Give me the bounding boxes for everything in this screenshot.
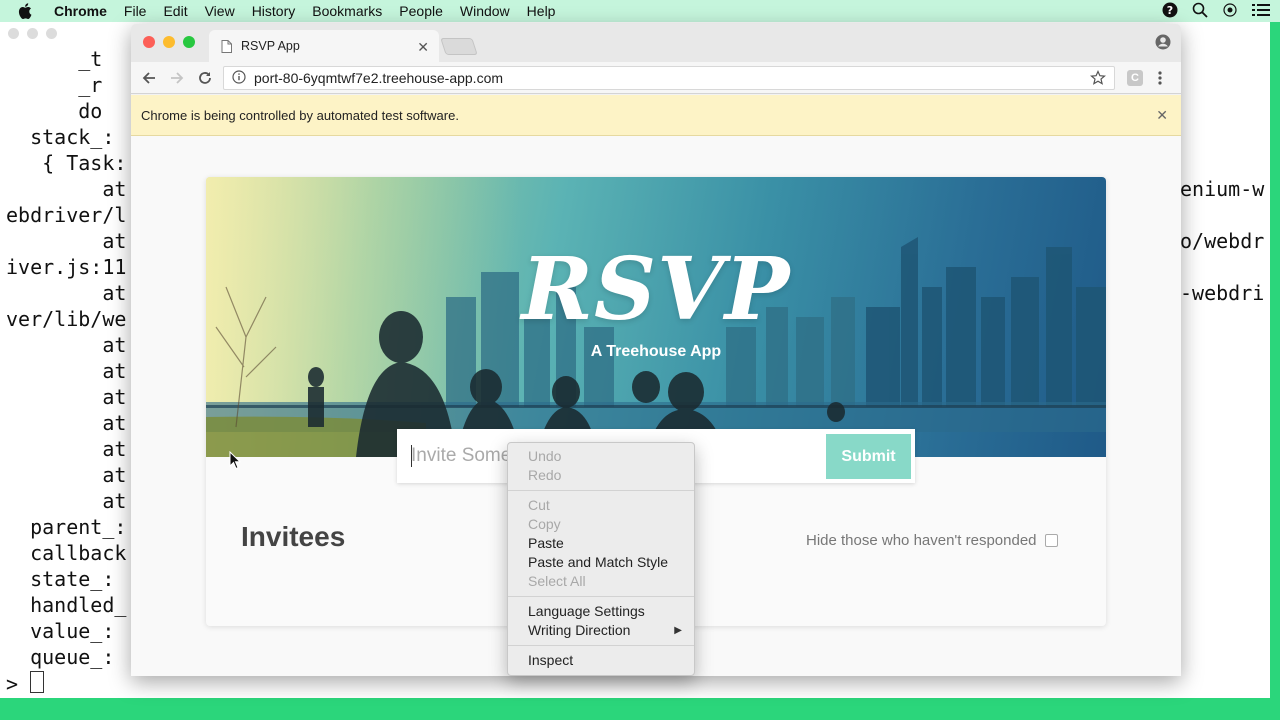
minimize-window-button[interactable] <box>163 36 175 48</box>
terminal-line: iver.js:11 <box>6 255 127 279</box>
terminal-line: stack_: <box>6 125 115 149</box>
terminal-line: at <box>6 463 127 487</box>
menu-view[interactable]: View <box>205 3 235 19</box>
terminal-cursor <box>30 671 44 693</box>
hide-nonresponders-label: Hide those who haven't responded <box>806 532 1037 549</box>
window-controls <box>143 36 195 48</box>
terminal-line: at <box>6 229 127 253</box>
terminal-right-line: o/webdr <box>1180 229 1265 253</box>
submit-button[interactable]: Submit <box>826 434 911 479</box>
tab-rsvp-app[interactable]: RSVP App ✕ <box>209 30 439 62</box>
terminal-line: do <box>6 99 103 123</box>
hero-banner: RSVP A Treehouse App <box>206 177 1106 457</box>
profile-icon[interactable] <box>1155 34 1171 55</box>
tab-strip: RSVP App ✕ <box>131 24 1181 62</box>
new-tab-button[interactable] <box>440 38 478 55</box>
terminal-line: value_: <box>6 619 115 643</box>
apple-icon[interactable] <box>18 3 40 19</box>
menu-app-name[interactable]: Chrome <box>54 3 107 19</box>
terminal-traffic-lights <box>8 28 57 39</box>
terminal-right-line: -webdri <box>1180 281 1265 305</box>
terminal-line: state_: <box>6 567 115 591</box>
terminal-line: at <box>6 177 127 201</box>
terminal-line: at <box>6 359 127 383</box>
context-menu-language-settings[interactable]: Language Settings <box>508 602 694 621</box>
page-icon <box>221 39 232 53</box>
app-logo: RSVP <box>521 239 791 340</box>
star-icon[interactable] <box>1090 70 1106 89</box>
info-icon[interactable] <box>232 69 246 87</box>
url-text: port-80-6yqmtwf7e2.treehouse-app.com <box>254 70 504 86</box>
context-menu-separator <box>508 490 694 491</box>
invitees-heading: Invitees <box>241 521 346 552</box>
terminal-line: at <box>6 437 127 461</box>
forward-arrow-icon[interactable] <box>169 70 185 91</box>
mac-menu-bar: Chrome File Edit View History Bookmarks … <box>0 0 1280 22</box>
terminal-line: > <box>6 672 19 696</box>
menu-file[interactable]: File <box>124 3 147 19</box>
automation-infobar: Chrome is being controlled by automated … <box>131 95 1181 136</box>
mouse-pointer-icon <box>229 450 242 475</box>
terminal-line: ver/lib/we <box>6 307 127 331</box>
context-menu-writing-direction[interactable]: Writing Direction ▶ <box>508 621 694 640</box>
terminal-line: parent_: <box>6 515 127 539</box>
menu-history[interactable]: History <box>252 3 296 19</box>
context-menu-paste-match-style[interactable]: Paste and Match Style <box>508 553 694 572</box>
terminal-line: at <box>6 385 127 409</box>
close-window-button[interactable] <box>143 36 155 48</box>
menu-window[interactable]: Window <box>460 3 510 19</box>
app-subtitle: A Treehouse App <box>590 343 722 360</box>
tab-title: RSVP App <box>241 39 300 53</box>
close-icon[interactable]: ✕ <box>1156 107 1168 124</box>
context-menu-separator <box>508 645 694 646</box>
list-icon[interactable] <box>1252 3 1270 17</box>
context-menu-select-all: Select All <box>528 573 586 589</box>
terminal-line: at <box>6 411 127 435</box>
menu-bookmarks[interactable]: Bookmarks <box>312 3 382 19</box>
terminal-line: handled_ <box>6 593 127 617</box>
extension-icon[interactable]: C <box>1127 70 1143 86</box>
context-menu-cut: Cut <box>528 497 550 513</box>
context-menu-undo: Undo <box>528 448 562 464</box>
address-bar[interactable]: port-80-6yqmtwf7e2.treehouse-app.com <box>223 66 1115 90</box>
context-menu-copy: Copy <box>528 516 561 532</box>
writing-direction-label: Writing Direction <box>528 622 631 638</box>
menu-edit[interactable]: Edit <box>163 3 187 19</box>
terminal-line: _r <box>6 73 103 97</box>
help-icon[interactable]: ? <box>1162 2 1178 18</box>
context-menu: Undo Redo Cut Copy Paste Paste and Match… <box>507 442 695 676</box>
terminal-right-line: enium-w <box>1180 177 1265 201</box>
terminal-line: callback <box>6 541 127 565</box>
context-menu-inspect[interactable]: Inspect <box>508 651 694 670</box>
back-arrow-icon[interactable] <box>141 70 157 91</box>
terminal-line: at <box>6 489 127 513</box>
kebab-icon[interactable] <box>1157 70 1163 91</box>
maximize-window-button[interactable] <box>183 36 195 48</box>
context-menu-paste[interactable]: Paste <box>508 534 694 553</box>
terminal-line: _t <box>6 47 103 71</box>
menu-help[interactable]: Help <box>527 3 556 19</box>
terminal-line: ebdriver/l <box>6 203 127 227</box>
reload-icon[interactable] <box>197 70 213 91</box>
submenu-arrow-icon: ▶ <box>674 625 682 636</box>
siri-icon[interactable] <box>1222 2 1238 18</box>
search-icon[interactable] <box>1192 2 1208 18</box>
terminal-line: queue_: <box>6 645 115 669</box>
terminal-line: at <box>6 333 127 357</box>
browser-toolbar: port-80-6yqmtwf7e2.treehouse-app.com C <box>131 62 1181 94</box>
hide-nonresponders-toggle[interactable]: Hide those who haven't responded <box>806 532 1058 549</box>
hide-nonresponders-checkbox[interactable] <box>1044 534 1058 547</box>
close-icon[interactable]: ✕ <box>417 39 429 56</box>
menu-people[interactable]: People <box>399 3 443 19</box>
svg-text:?: ? <box>1167 4 1173 17</box>
text-caret <box>411 445 412 467</box>
context-menu-redo: Redo <box>528 467 562 483</box>
context-menu-separator <box>508 596 694 597</box>
infobar-text: Chrome is being controlled by automated … <box>141 107 459 123</box>
terminal-line: { Task: <box>6 151 127 175</box>
terminal-line: at <box>6 281 127 305</box>
